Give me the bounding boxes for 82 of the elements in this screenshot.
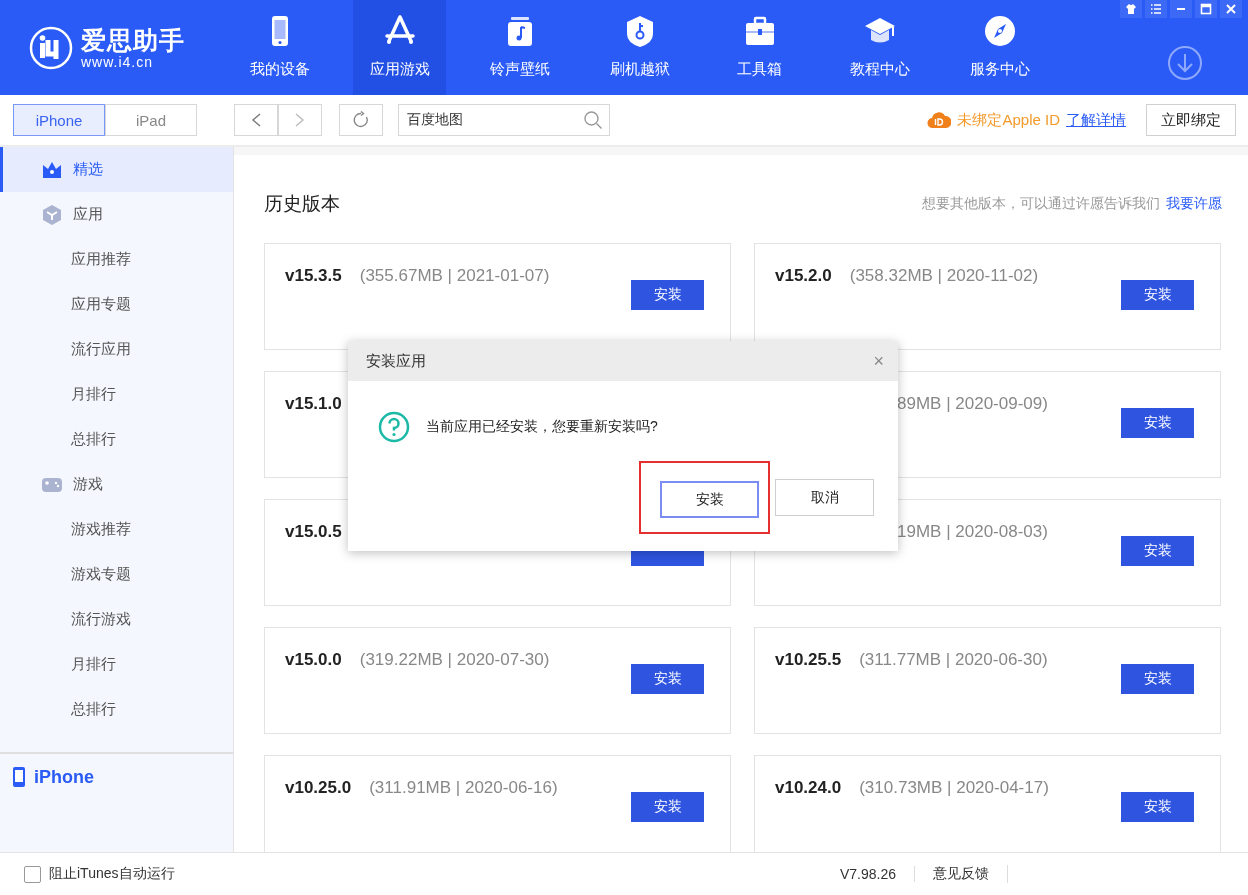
section-title: 历史版本 bbox=[264, 192, 340, 216]
version-number: v15.0.0 bbox=[285, 650, 342, 670]
nav-tab[interactable]: 工具箱 bbox=[713, 0, 806, 95]
nav-tab[interactable]: 铃声壁纸 bbox=[473, 0, 566, 95]
question-icon bbox=[378, 411, 410, 443]
sidebar-item[interactable]: 游戏 bbox=[0, 462, 233, 507]
skin-icon[interactable] bbox=[1125, 3, 1137, 15]
install-button[interactable]: 安装 bbox=[631, 280, 704, 310]
download-icon[interactable] bbox=[1167, 45, 1203, 81]
cancel-button[interactable]: 取消 bbox=[775, 479, 874, 516]
checkbox-label: 阻止iTunes自动运行 bbox=[49, 865, 175, 883]
menu-icon[interactable] bbox=[1150, 3, 1162, 15]
nav-tab[interactable]: 刷机越狱 bbox=[593, 0, 686, 95]
version-number: v15.2.0 bbox=[775, 266, 832, 286]
close-button[interactable]: × bbox=[873, 350, 884, 372]
confirm-button[interactable]: 安装 bbox=[660, 481, 759, 518]
install-button[interactable]: 安装 bbox=[631, 664, 704, 694]
app-name: 爱思助手 bbox=[81, 25, 185, 54]
maximize-icon[interactable] bbox=[1200, 3, 1212, 15]
device-tab[interactable]: iPad bbox=[105, 104, 197, 136]
logo-icon bbox=[29, 25, 73, 70]
checkbox[interactable] bbox=[24, 865, 41, 883]
dialog-message: 当前应用已经安装，您要重新安装吗? bbox=[426, 418, 658, 436]
version-number: v15.1.0 bbox=[285, 394, 342, 414]
version-number: v15.3.5 bbox=[285, 266, 342, 286]
device-item[interactable]: iPhone bbox=[0, 752, 233, 800]
device-name: iPhone bbox=[34, 766, 94, 788]
refresh-button[interactable] bbox=[339, 104, 383, 136]
nav-tab[interactable]: 我的设备 bbox=[233, 0, 326, 95]
toolbox-icon bbox=[743, 14, 776, 48]
install-button[interactable]: 安装 bbox=[1121, 792, 1194, 822]
version-details: 89MB | 2020-09-09) bbox=[897, 394, 1048, 414]
sidebar-item[interactable]: 精选 bbox=[0, 147, 233, 192]
sidebar-item[interactable]: 总排行 bbox=[0, 417, 233, 462]
website-url: www.i4.cn bbox=[81, 53, 155, 70]
compass-icon bbox=[983, 14, 1016, 48]
sidebar-item[interactable]: 应用专题 bbox=[0, 282, 233, 327]
cloud-id-icon bbox=[927, 110, 952, 130]
sidebar-item[interactable]: 月排行 bbox=[0, 642, 233, 687]
version-details: 19MB | 2020-08-03) bbox=[897, 522, 1048, 542]
nav-tab[interactable]: 服务中心 bbox=[953, 0, 1046, 95]
sidebar-item[interactable]: 流行游戏 bbox=[0, 597, 233, 642]
version-details: (355.67MB | 2021-01-07) bbox=[359, 266, 550, 286]
apple-id-status: 未绑定Apple ID bbox=[957, 110, 1060, 130]
feedback-link[interactable]: 意见反馈 bbox=[915, 865, 1008, 883]
wish-link[interactable]: 我要许愿 bbox=[1166, 195, 1222, 213]
sidebar-item[interactable]: 游戏专题 bbox=[0, 552, 233, 597]
details-link[interactable]: 了解详情 bbox=[1066, 110, 1126, 130]
sidebar-item[interactable]: 总排行 bbox=[0, 687, 233, 732]
sidebar-item[interactable]: 应用推荐 bbox=[0, 237, 233, 282]
device-tab[interactable]: iPhone bbox=[13, 104, 105, 136]
close-icon[interactable] bbox=[1225, 3, 1237, 15]
sidebar-item[interactable]: 游戏推荐 bbox=[0, 507, 233, 552]
nav-tab[interactable]: 教程中心 bbox=[833, 0, 926, 95]
dialog-title: 安装应用 bbox=[366, 351, 426, 371]
version-details: (358.32MB | 2020-11-02) bbox=[849, 266, 1039, 286]
hint-text: 想要其他版本，可以通过许愿告诉我们 bbox=[922, 195, 1160, 213]
version-text: V7.98.26 bbox=[839, 866, 915, 882]
search-icon bbox=[583, 110, 603, 130]
bind-button[interactable]: 立即绑定 bbox=[1146, 104, 1236, 136]
version-number: v10.25.0 bbox=[285, 778, 352, 798]
version-number: v10.24.0 bbox=[775, 778, 842, 798]
install-button[interactable]: 安装 bbox=[1121, 280, 1194, 310]
version-number: v15.0.5 bbox=[285, 522, 342, 542]
install-button[interactable]: 安装 bbox=[631, 792, 704, 822]
version-number: v10.25.5 bbox=[775, 650, 842, 670]
sidebar-item[interactable]: 应用 bbox=[0, 192, 233, 237]
install-button[interactable]: 安装 bbox=[1121, 664, 1194, 694]
version-details: (310.73MB | 2020-04-17) bbox=[859, 778, 1049, 798]
version-details: (319.22MB | 2020-07-30) bbox=[359, 650, 550, 670]
search-field[interactable]: 百度地图 bbox=[398, 104, 610, 136]
phone-icon bbox=[12, 766, 26, 788]
version-details: (311.77MB | 2020-06-30) bbox=[859, 650, 1048, 670]
sidebar-item[interactable]: 流行应用 bbox=[0, 327, 233, 372]
nav-tab[interactable]: 应用游戏 bbox=[353, 0, 446, 95]
sidebar-item[interactable]: 月排行 bbox=[0, 372, 233, 417]
install-button[interactable]: 安装 bbox=[1121, 536, 1194, 566]
refresh-icon bbox=[352, 111, 370, 129]
version-details: (311.91MB | 2020-06-16) bbox=[369, 778, 558, 798]
cube-icon bbox=[41, 203, 63, 226]
search-text: 百度地图 bbox=[407, 111, 463, 129]
install-button[interactable]: 安装 bbox=[1121, 408, 1194, 438]
